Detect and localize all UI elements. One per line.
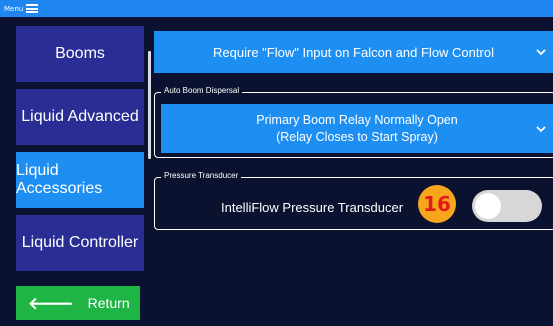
return-label: Return	[87, 295, 130, 311]
return-button[interactable]: 🡐 Return	[16, 286, 140, 320]
arrow-left-icon: 🡐	[28, 293, 74, 313]
auto-boom-line2: (Relay Closes to Start Spray)	[276, 129, 438, 144]
flow-input-value: Require "Flow" Input on Falcon and Flow …	[213, 44, 494, 60]
sidebar-item-booms[interactable]: Booms	[16, 26, 144, 82]
auto-boom-line1: Primary Boom Relay Normally Open	[256, 112, 458, 127]
pressure-transducer-toggle[interactable]	[472, 190, 542, 222]
sidebar: Booms Liquid Advanced Liquid Accessories…	[0, 17, 151, 326]
sidebar-item-label: Booms	[55, 45, 105, 62]
top-bar: Menu	[0, 0, 553, 17]
main-content: Require "Flow" Input on Falcon and Flow …	[152, 17, 553, 326]
sidebar-item-label: Liquid Controller	[21, 234, 139, 251]
step-badge: 16	[418, 185, 456, 223]
auto-boom-legend: Auto Boom Dispersal	[161, 86, 243, 95]
pressure-transducer-legend: Pressure Transducer	[161, 171, 242, 180]
sidebar-item-liquid-accessories[interactable]: Liquid Accessories	[16, 152, 144, 208]
sidebar-scrollbar[interactable]	[148, 51, 151, 159]
toggle-knob	[475, 193, 501, 219]
hamburger-icon[interactable]	[26, 4, 39, 13]
chevron-down-icon	[536, 125, 546, 132]
sidebar-item-liquid-controller[interactable]: Liquid Controller	[16, 215, 144, 271]
auto-boom-dropdown[interactable]: Primary Boom Relay Normally Open (Relay …	[161, 104, 553, 153]
chevron-down-icon	[536, 49, 546, 56]
sidebar-item-label: Liquid Accessories	[16, 162, 103, 197]
pressure-transducer-label: IntelliFlow Pressure Transducer	[221, 200, 404, 215]
sidebar-item-liquid-advanced[interactable]: Liquid Advanced	[16, 89, 144, 145]
menu-label[interactable]: Menu	[4, 5, 23, 13]
flow-input-dropdown[interactable]: Require "Flow" Input on Falcon and Flow …	[154, 31, 553, 73]
sidebar-item-label: Liquid Advanced	[21, 108, 139, 125]
